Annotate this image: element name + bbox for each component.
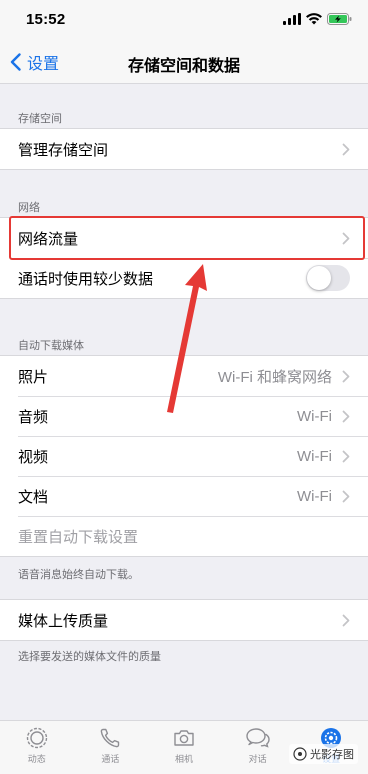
tab-status[interactable]: 动态: [0, 721, 74, 774]
phone-icon: [101, 728, 120, 748]
tab-label: 动态: [27, 754, 46, 764]
tab-label: 对话: [248, 754, 267, 764]
tab-label: 相机: [174, 754, 193, 764]
tab-label: 通话: [101, 754, 120, 764]
tab-camera[interactable]: 相机: [147, 721, 221, 774]
watermark-logo-icon: [293, 747, 307, 761]
arrow-annotation: [167, 264, 207, 413]
watermark: 光影存图: [289, 744, 358, 764]
tab-chats[interactable]: 对话: [221, 721, 295, 774]
camera-icon: [174, 730, 194, 746]
tab-calls[interactable]: 通话: [74, 721, 148, 774]
chats-icon: [245, 728, 270, 748]
watermark-text: 光影存图: [310, 749, 354, 761]
status-icon: [26, 727, 47, 749]
